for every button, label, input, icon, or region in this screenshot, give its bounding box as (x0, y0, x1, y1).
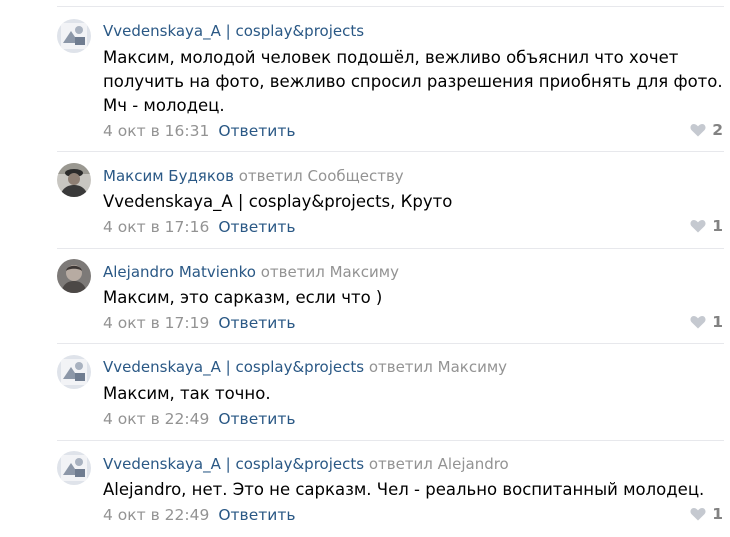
comment-date[interactable]: 4 окт в 22:49 (103, 506, 209, 524)
author-link[interactable]: Vvedenskaya_A | cosplay&projects (103, 455, 364, 473)
comment-text: Максим, это сарказм, если что ) (103, 288, 383, 307)
user-avatar-icon (57, 259, 91, 293)
reply-to: ответил Максиму (369, 358, 507, 376)
like-button[interactable]: 1 (690, 504, 723, 524)
author-link[interactable]: Максим Будяков (103, 167, 234, 185)
comment-date[interactable]: 4 окт в 17:19 (103, 314, 209, 332)
reply-prefix: ответил (368, 358, 433, 376)
heart-icon (690, 124, 706, 137)
comment-date[interactable]: 4 окт в 17:16 (103, 218, 209, 236)
reply-button[interactable]: Ответить (218, 410, 295, 428)
divider (57, 440, 724, 441)
user-avatar-icon (57, 451, 91, 485)
comment-meta: 4 окт в 22:49 Ответить (103, 505, 296, 525)
reply-button[interactable]: Ответить (218, 122, 295, 140)
avatar[interactable] (57, 163, 91, 197)
comment-text: Vvedenskaya_A | cosplay&projects, Круто (103, 192, 453, 211)
reply-target-link[interactable]: Alejandro (438, 455, 509, 473)
comment-meta: 4 окт в 17:19 Ответить (103, 313, 296, 333)
reply-prefix: ответил (238, 167, 303, 185)
comment-text: Максим, так точно. (103, 384, 271, 403)
like-button[interactable]: 1 (690, 312, 723, 332)
like-button[interactable]: 2 (690, 120, 723, 140)
divider (57, 343, 724, 344)
reply-button[interactable]: Ответить (218, 506, 295, 524)
comment-thread: Vvedenskaya_A | cosplay&projects Максим,… (0, 0, 730, 537)
comment-header: Vvedenskaya_A | cosplay&projects (103, 21, 364, 41)
reply-button[interactable]: Ответить (218, 218, 295, 236)
like-count: 1 (712, 505, 723, 523)
comment-meta: 4 окт в 22:49 Ответить (103, 409, 296, 429)
reply-to: ответил Максиму (261, 263, 399, 281)
comment-date[interactable]: 4 окт в 16:31 (103, 122, 209, 140)
author-link[interactable]: Alejandro Matvienko (103, 263, 256, 281)
reply-prefix: ответил (260, 263, 325, 281)
comment-header: Максим Будяков ответил Сообществу (103, 166, 404, 186)
divider (57, 6, 724, 7)
author-link[interactable]: Vvedenskaya_A | cosplay&projects (103, 22, 364, 40)
reply-button[interactable]: Ответить (218, 314, 295, 332)
avatar[interactable] (57, 355, 91, 389)
divider (57, 151, 724, 152)
comment-meta: 4 окт в 16:31 Ответить (103, 121, 296, 141)
comment-text: Максим, молодой человек подошёл, вежливо… (103, 48, 723, 115)
comment-header: Alejandro Matvienko ответил Максиму (103, 262, 399, 282)
avatar[interactable] (57, 259, 91, 293)
divider (57, 248, 724, 249)
like-button[interactable]: 1 (690, 216, 723, 236)
user-avatar-icon (57, 355, 91, 389)
heart-icon (690, 316, 706, 329)
avatar[interactable] (57, 19, 91, 53)
reply-target-link[interactable]: Сообществу (308, 167, 404, 185)
heart-icon (690, 220, 706, 233)
reply-target-link[interactable]: Максиму (330, 263, 399, 281)
reply-to: ответил Alejandro (369, 455, 509, 473)
user-avatar-icon (57, 19, 91, 53)
reply-prefix: ответил (368, 455, 433, 473)
user-avatar-icon (57, 163, 91, 197)
like-count: 1 (712, 313, 723, 331)
heart-icon (690, 508, 706, 521)
comment-header: Vvedenskaya_A | cosplay&projects ответил… (103, 454, 509, 474)
like-count: 1 (712, 217, 723, 235)
like-count: 2 (712, 121, 723, 139)
comment-header: Vvedenskaya_A | cosplay&projects ответил… (103, 357, 507, 377)
comment-date[interactable]: 4 окт в 22:49 (103, 410, 209, 428)
comment-text: Alejandro, нет. Это не сарказм. Чел - ре… (103, 480, 705, 499)
comment-meta: 4 окт в 17:16 Ответить (103, 217, 296, 237)
reply-target-link[interactable]: Максиму (438, 358, 507, 376)
reply-to: ответил Сообществу (239, 167, 404, 185)
author-link[interactable]: Vvedenskaya_A | cosplay&projects (103, 358, 364, 376)
avatar[interactable] (57, 451, 91, 485)
